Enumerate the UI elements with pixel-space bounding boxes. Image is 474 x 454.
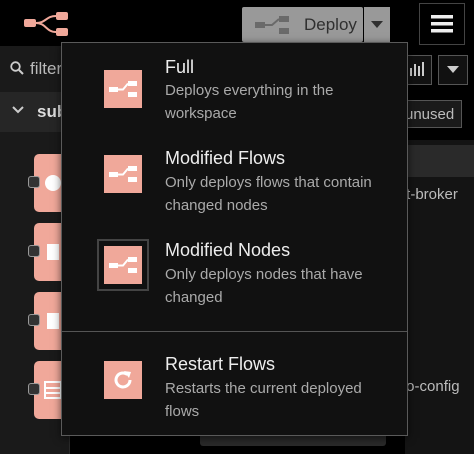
caret-down-icon: [371, 20, 383, 28]
deploy-menu-item-modified-flows[interactable]: Modified Flows Only deploys flows that c…: [62, 143, 407, 228]
menu-item-description: Deploys everything in the workspace: [165, 82, 334, 122]
menu-item-title: Restart Flows: [165, 354, 276, 374]
deploy-menu-item-restart-flows[interactable]: Restart Flows Restarts the current deplo…: [62, 349, 407, 429]
unused-label: unused: [405, 105, 455, 123]
menu-item-description: Restarts the current deployed flows: [165, 380, 362, 420]
deploy-button[interactable]: Deploy: [242, 7, 363, 42]
header-bar: Deploy: [0, 0, 474, 46]
menu-item-title: Full: [165, 57, 195, 77]
node-port: [28, 176, 40, 188]
hamburger-icon: [431, 15, 453, 33]
deploy-label: Deploy: [304, 14, 357, 34]
deploy-nodes-icon: [104, 246, 142, 284]
deploy-full-icon-wrap: [100, 66, 146, 112]
deploy-menu-item-full[interactable]: Full Deploys everything in the workspace: [62, 53, 407, 133]
deploy-menu-item-modified-nodes[interactable]: Modified Nodes Only deploys nodes that h…: [62, 235, 407, 320]
deploy-nodes-icon-wrap: [97, 239, 149, 291]
node-port: [28, 314, 40, 326]
search-icon: [10, 61, 24, 75]
config-panel-header: [405, 145, 474, 177]
deploy-flows-icon-wrap: [100, 151, 146, 197]
menu-item-description: Only deploys flows that contain changed …: [165, 174, 372, 214]
config-node-label[interactable]: tt-broker: [402, 186, 458, 203]
unused-filter-button[interactable]: unused: [400, 100, 462, 128]
deploy-flows-icon: [104, 155, 142, 193]
deploy-options-button[interactable]: [364, 7, 390, 42]
node-red-logo-icon: [24, 12, 68, 36]
restart-icon: [104, 361, 142, 399]
main-menu-button[interactable]: [419, 3, 465, 45]
chevron-down-icon: [12, 106, 24, 114]
deploy-icon: [255, 15, 289, 34]
node-port: [28, 245, 40, 257]
restart-icon-wrap: [100, 357, 146, 403]
node-port: [28, 383, 40, 395]
caret-down-icon: [447, 66, 459, 73]
menu-item-title: Modified Flows: [165, 148, 286, 168]
menu-divider: [62, 331, 407, 332]
palette-filter-input[interactable]: filter: [30, 59, 62, 79]
config-node-label[interactable]: to-config: [402, 378, 460, 395]
deploy-full-icon: [104, 70, 142, 108]
menu-item-title: Modified Nodes: [165, 240, 291, 260]
sidebar-options-button[interactable]: [438, 55, 468, 85]
menu-item-description: Only deploys nodes that have changed: [165, 266, 363, 306]
deploy-menu: Full Deploys everything in the workspace…: [61, 42, 408, 436]
